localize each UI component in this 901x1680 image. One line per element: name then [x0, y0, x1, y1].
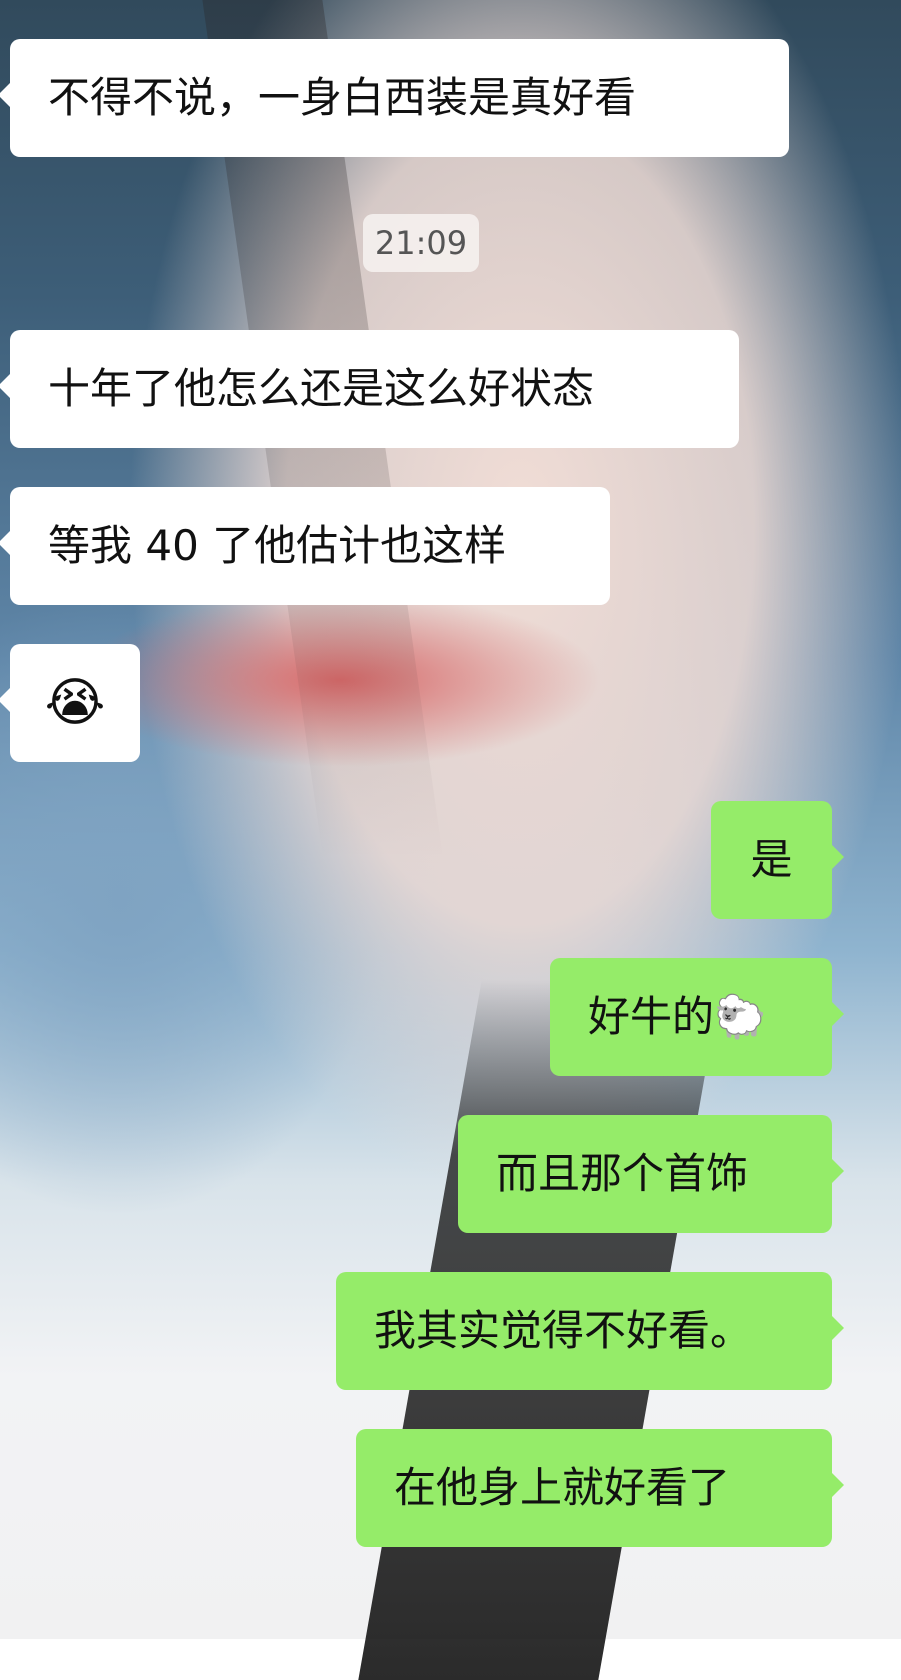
message-text: 好牛的🐑 [588, 992, 767, 1041]
message-text: 不得不说，一身白西装是真好看 [48, 73, 637, 122]
message-text: 是 [750, 835, 793, 884]
message-text: 而且那个首饰 [496, 1149, 749, 1198]
message-bubble-sent[interactable]: 好牛的🐑 [550, 958, 844, 1076]
message-text: 在他身上就好看了 [394, 1463, 731, 1512]
message-text: 我其实觉得不好看。 [374, 1306, 753, 1355]
message-bubble-sent[interactable]: 在他身上就好看了 [356, 1429, 844, 1547]
message-bubble-received[interactable]: 等我 40 了他估计也这样 [0, 487, 610, 605]
timestamp: 21:09 [363, 214, 479, 272]
crying-emoji-icon: 😭 [44, 673, 106, 733]
message-bubble-received[interactable]: 十年了他怎么还是这么好状态 [0, 330, 739, 448]
message-bubble-received[interactable]: 不得不说，一身白西装是真好看 [0, 39, 789, 157]
message-bubble-sent[interactable]: 我其实觉得不好看。 [336, 1272, 844, 1390]
message-bubble-sent[interactable]: 是 [711, 801, 844, 919]
message-text: 十年了他怎么还是这么好状态 [48, 364, 595, 413]
message-bubble-received-emoji[interactable]: 😭 [0, 644, 140, 762]
message-bubble-sent[interactable]: 而且那个首饰 [458, 1115, 844, 1233]
message-text: 等我 40 了他估计也这样 [48, 521, 507, 570]
